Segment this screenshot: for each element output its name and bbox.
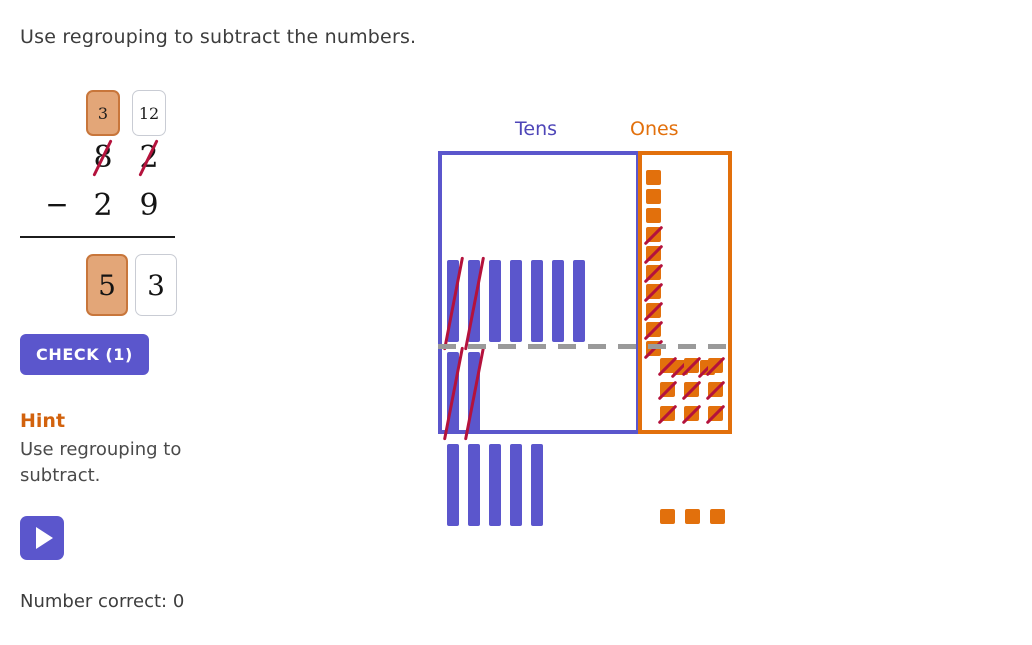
regroup-row: 3 12 xyxy=(20,90,220,140)
regroup-ones-box[interactable]: 12 xyxy=(132,90,166,136)
tens-result-rod[interactable] xyxy=(468,444,480,526)
ones-column-label: Ones xyxy=(630,118,679,140)
hint-title: Hint xyxy=(20,410,66,432)
page-title: Use regrouping to subtract the numbers. xyxy=(20,26,417,48)
tens-result-rod[interactable] xyxy=(510,444,522,526)
subtrahend-row: − 2 9 xyxy=(20,188,220,236)
regroup-tens-box[interactable]: 3 xyxy=(86,90,120,136)
ones-square[interactable] xyxy=(646,189,661,204)
answer-ones-box[interactable]: 3 xyxy=(135,254,177,316)
ones-result-square[interactable] xyxy=(685,509,700,524)
play-button[interactable] xyxy=(20,516,64,560)
subtrahend-ones-digit: 9 xyxy=(139,188,159,223)
tens-rod[interactable] xyxy=(552,260,564,342)
tens-result-rod[interactable] xyxy=(489,444,501,526)
subtrahend-tens-digit: 2 xyxy=(93,188,113,223)
tens-rod[interactable] xyxy=(531,260,543,342)
tens-column-label: Tens xyxy=(515,118,558,140)
tens-rod[interactable] xyxy=(573,260,585,342)
hint-text: Use regrouping to subtract. xyxy=(20,439,182,486)
regroup-dashed-line xyxy=(438,344,732,349)
tens-result-rod[interactable] xyxy=(447,444,459,526)
place-value-model: Tens Ones xyxy=(438,118,738,538)
answer-rule-divider xyxy=(20,236,175,238)
minuend-row: 8 2 xyxy=(20,139,220,188)
ones-result-square[interactable] xyxy=(660,509,675,524)
answer-tens-box[interactable]: 5 xyxy=(86,254,128,316)
ones-square[interactable] xyxy=(646,170,661,185)
answer-row: 5 3 xyxy=(20,254,220,316)
tens-rod[interactable] xyxy=(489,260,501,342)
score-label: Number correct: 0 xyxy=(20,591,185,612)
tens-result-rod[interactable] xyxy=(531,444,543,526)
play-icon xyxy=(35,527,53,549)
subtraction-worksheet: 3 12 /* position fix applied via class b… xyxy=(20,90,220,316)
tens-rod[interactable] xyxy=(510,260,522,342)
minus-sign: − xyxy=(45,188,69,221)
check-button[interactable]: CHECK (1) xyxy=(20,334,149,375)
ones-square[interactable] xyxy=(646,208,661,223)
ones-result-square[interactable] xyxy=(710,509,725,524)
